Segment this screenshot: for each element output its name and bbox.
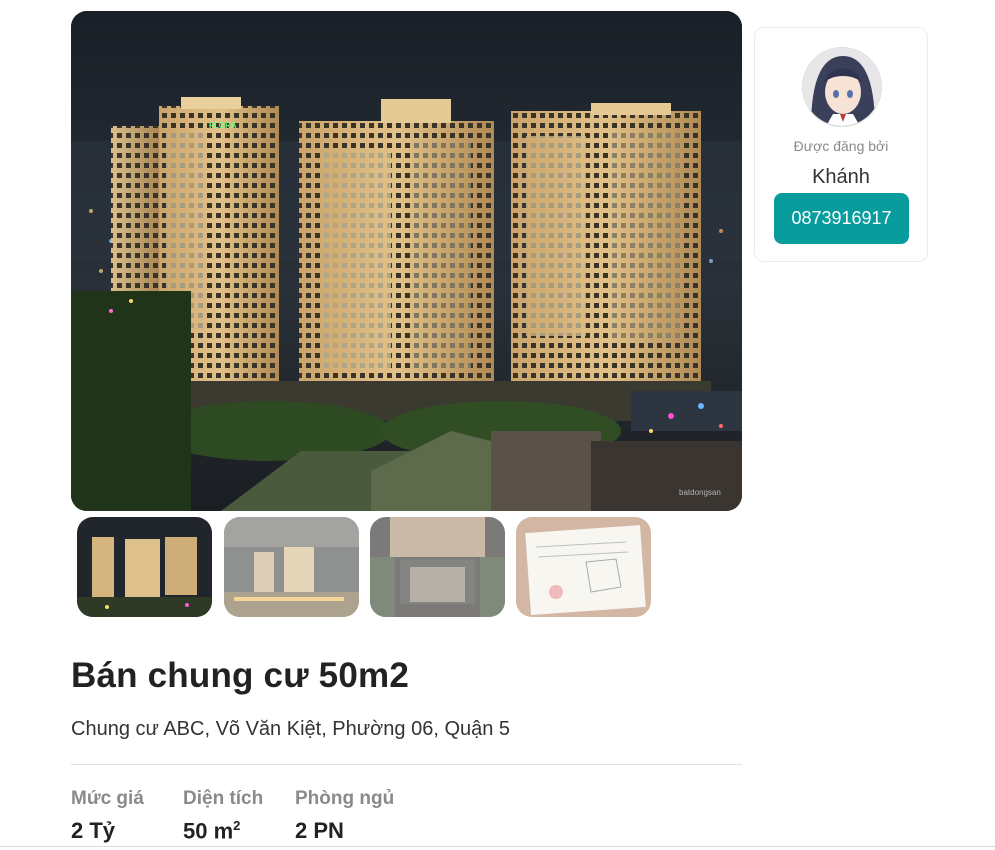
svg-text:batdongsan: batdongsan [679,488,721,497]
fact-price: Mức giá 2 Tỷ [71,788,144,844]
divider [71,764,742,765]
fact-value: 50 m2 [183,818,263,844]
listing-address: Chung cư ABC, Võ Văn Kiệt, Phường 06, Qu… [71,718,511,740]
thumbnail-city-aerial[interactable] [224,517,359,617]
fact-label: Mức giá [71,788,144,809]
phone-button[interactable]: 0873916917 [774,193,909,244]
svg-text:FLORA: FLORA [209,121,237,130]
thumbnail-building-entrance[interactable] [370,517,505,617]
fact-bedrooms: Phòng ngủ 2 PN [295,788,394,844]
poster-name: Khánh [812,166,870,188]
thumbnail-night-towers[interactable] [77,517,212,617]
poster-card: Được đăng bởi Khánh 0873916917 [754,27,928,262]
listing-title: Bán chung cư 50m2 [71,656,410,695]
bottom-divider [0,846,995,847]
area-unit-sup: 2 [233,818,241,833]
listing-page: FLORA batdongsan Bán chung cư 50m2 Chung… [0,0,995,850]
fact-value: 2 PN [295,818,344,843]
posted-by-label: Được đăng bởi [793,138,889,154]
thumbnail-document-map[interactable] [516,517,651,617]
fact-value: 2 Tỷ [71,818,116,843]
fact-label: Phòng ngủ [295,788,395,809]
main-photo[interactable]: FLORA batdongsan [71,11,742,511]
area-value: 50 m [183,818,234,844]
fact-label: Diện tích [183,788,264,809]
avatar[interactable] [802,47,882,127]
fact-area: Diện tích 50 m2 [183,788,263,844]
